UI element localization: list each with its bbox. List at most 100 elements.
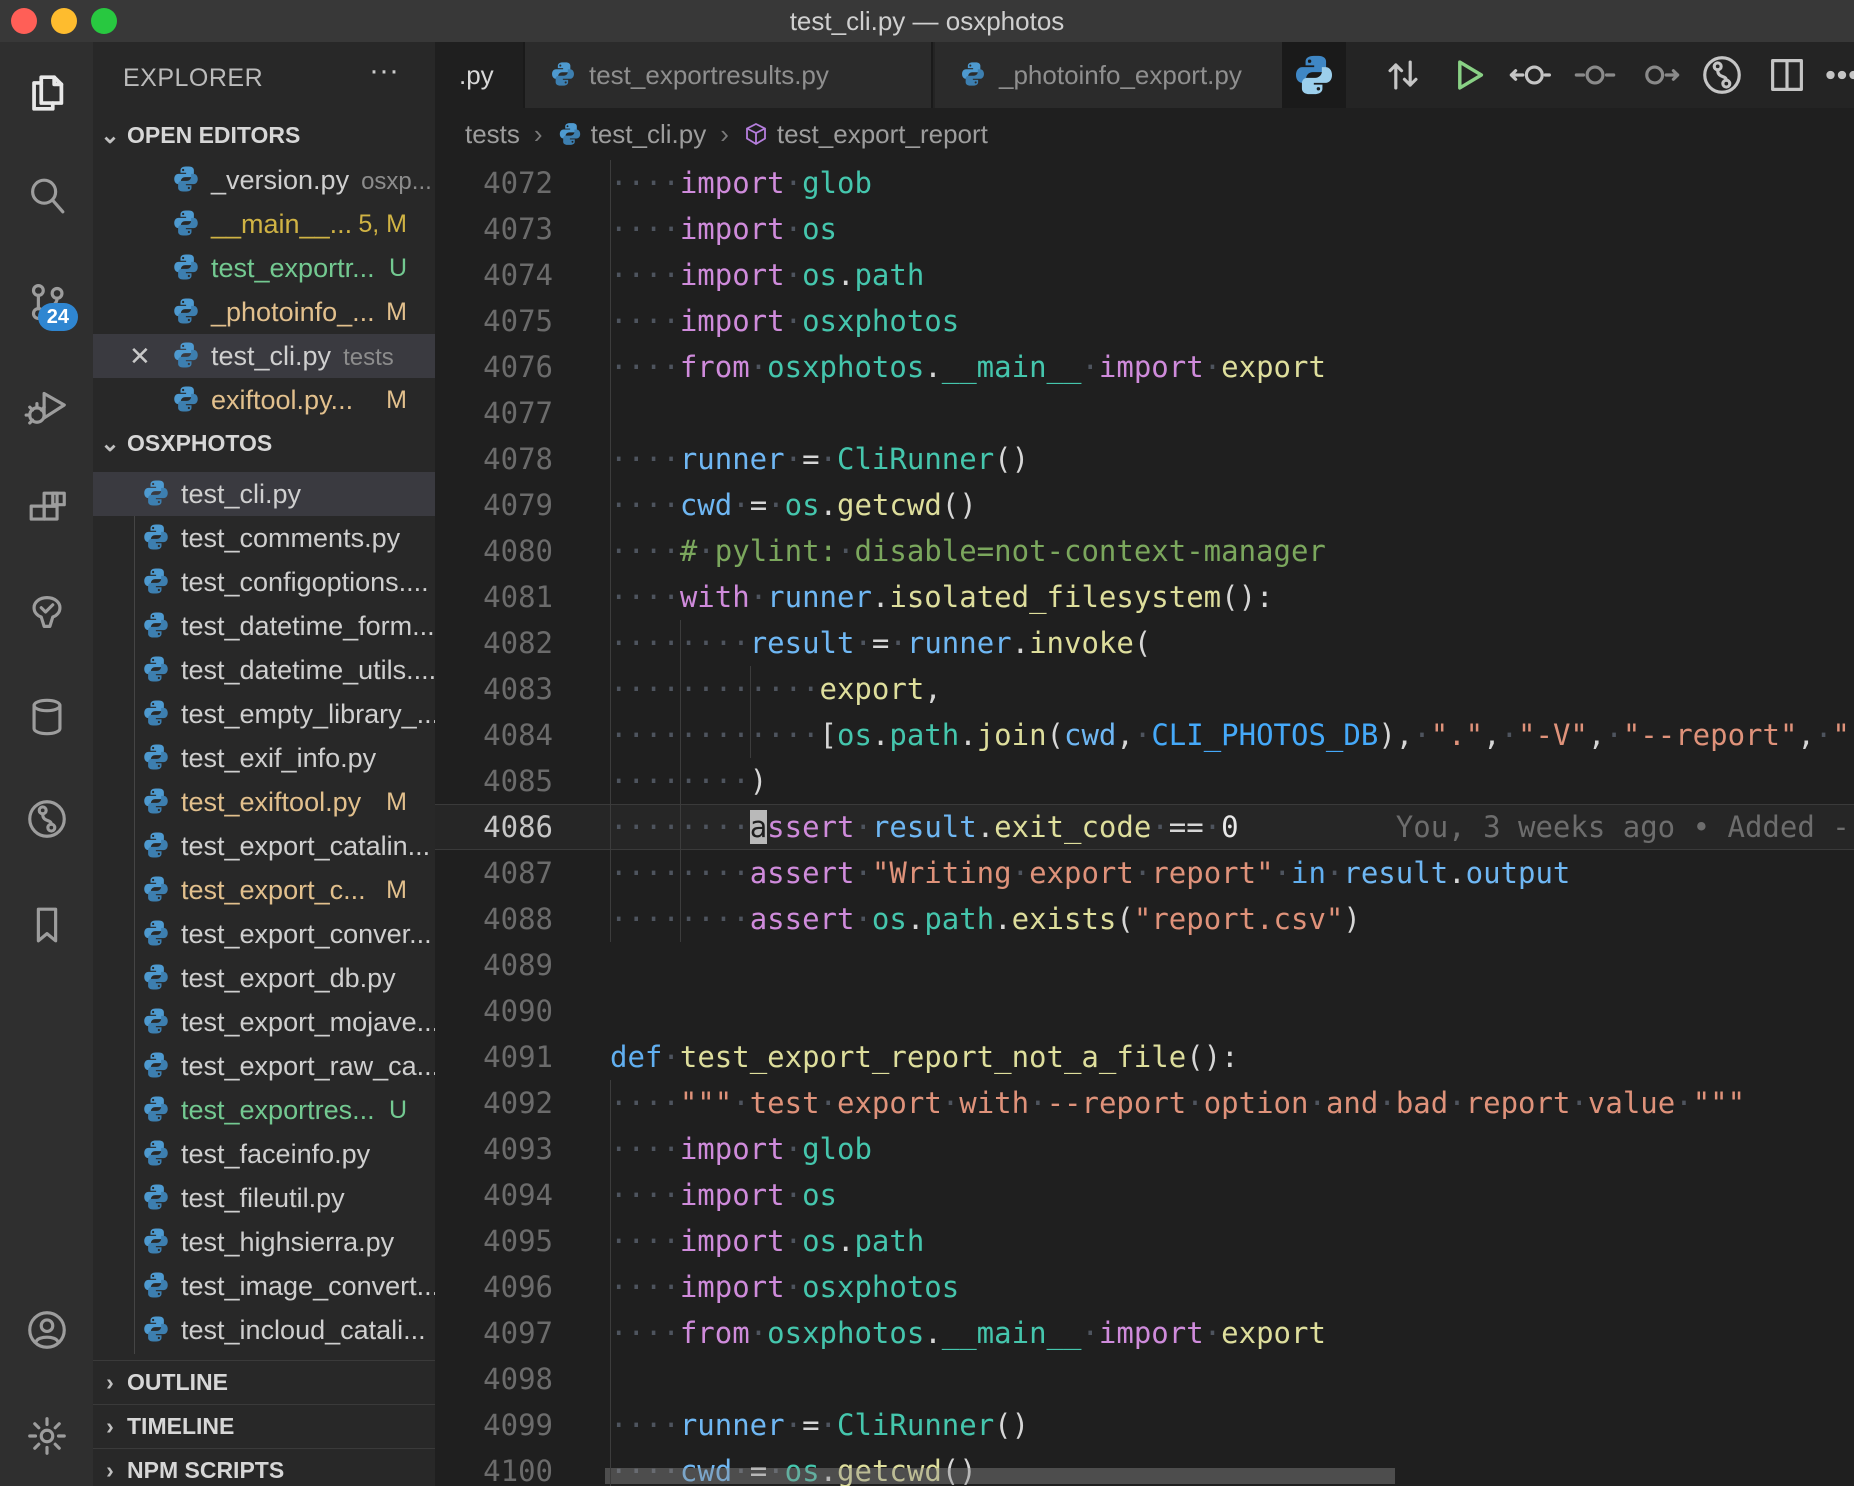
python-file-icon [141,785,171,815]
code-line[interactable]: 4089 [435,942,1854,988]
file-tree-item[interactable]: test_export_conver... [93,912,435,956]
open-editors-section-header[interactable]: ⌄OPEN EDITORS [93,114,435,156]
python-file-icon [171,163,201,193]
settings-icon[interactable] [24,1413,70,1459]
python-file-icon [141,873,171,903]
code-line[interactable]: 4090 [435,988,1854,1034]
file-tree-item[interactable]: test_datetime_utils.... [93,648,435,692]
code-line[interactable]: 4081····with·runner.isolated_filesystem(… [435,574,1854,620]
code-line[interactable]: 4097····from·osxphotos.__main__·import·e… [435,1310,1854,1356]
database-icon[interactable] [24,694,70,740]
code-line[interactable]: 4085········) [435,758,1854,804]
line-number: 4091 [435,1034,553,1080]
account-icon[interactable] [24,1307,70,1353]
file-tree-item[interactable]: test_empty_library_... [93,692,435,736]
code-line[interactable]: 4092····"""·test·export·with·--report·op… [435,1080,1854,1126]
testing-icon[interactable] [24,589,70,635]
file-tree-item[interactable]: test_export_catalin... [93,824,435,868]
code-line[interactable]: 4077 [435,390,1854,436]
window-title: test_cli.py — osxphotos [0,0,1854,42]
code-line[interactable]: 4072····import·glob [435,160,1854,206]
breadcrumb-file[interactable]: test_cli.py [591,119,707,149]
code-line[interactable]: 4079····cwd·=·os.getcwd() [435,482,1854,528]
file-tree-item[interactable]: test_fileutil.py [93,1176,435,1220]
split-editor-icon[interactable] [1764,52,1810,98]
editor-tab[interactable]: test_exportresults.py [525,42,933,108]
file-tree-item[interactable]: test_incloud_catali... [93,1308,435,1352]
file-tree-item[interactable]: test_exportres...U [93,1088,435,1132]
nav-back-icon[interactable] [1507,52,1553,98]
open-editor-item[interactable]: _photoinfo_...M [93,290,435,334]
code-line[interactable]: 4099····runner·=·CliRunner() [435,1402,1854,1448]
git-status-badge: M [386,868,407,912]
file-tree-item[interactable]: test_highsierra.py [93,1220,435,1264]
activity-bar: 24 [0,42,93,1486]
file-tree-item[interactable]: test_faceinfo.py [93,1132,435,1176]
extensions-icon[interactable] [24,486,70,532]
code-line[interactable]: 4082········result·=·runner.invoke( [435,620,1854,666]
sidebar-section-outline[interactable]: ›OUTLINE [93,1360,435,1403]
line-number: 4077 [435,390,553,436]
nav-forward-icon[interactable] [1636,52,1682,98]
folder-section-header[interactable]: ⌄OSXPHOTOS [93,422,435,464]
editor-tab[interactable]: .py [435,42,525,108]
file-tree-item[interactable]: test_exiftool.pyM [93,780,435,824]
file-tree-item[interactable]: test_export_c...M [93,868,435,912]
sidebar-section-npm-scripts[interactable]: ›NPM SCRIPTS [93,1448,435,1486]
code-line[interactable]: 4086········assert·result.exit_code·==·0… [435,804,1854,850]
open-editor-item[interactable]: _version.pyosxp... [93,158,435,202]
breadcrumb-folder[interactable]: tests [465,119,520,149]
code-line[interactable]: 4073····import·os [435,206,1854,252]
code-line[interactable]: 4075····import·osxphotos [435,298,1854,344]
run-icon[interactable] [1444,52,1490,98]
editor-tab[interactable]: _photoinfo_export.py [935,42,1285,108]
code-line[interactable]: 4094····import·os [435,1172,1854,1218]
file-tree-item[interactable]: test_image_convert... [93,1264,435,1308]
open-editor-item[interactable]: ✕test_cli.pytests [93,334,435,378]
python-logo-icon[interactable] [1291,52,1337,98]
more-actions-icon[interactable] [1819,52,1854,98]
sidebar-section-timeline[interactable]: ›TIMELINE [93,1404,435,1447]
code-line[interactable]: 4095····import·os.path [435,1218,1854,1264]
file-tree-item[interactable]: test_export_raw_ca... [93,1044,435,1088]
run-debug-icon[interactable] [24,382,70,428]
python-file-icon [549,46,577,74]
code-line[interactable]: 4098 [435,1356,1854,1402]
horizontal-scrollbar[interactable] [605,1468,1395,1484]
explorer-icon[interactable] [24,70,70,116]
code-line[interactable]: 4074····import·os.path [435,252,1854,298]
code-line[interactable]: 4096····import·osxphotos [435,1264,1854,1310]
code-line[interactable]: 4080····#·pylint:·disable=not-context-ma… [435,528,1854,574]
close-editor-icon[interactable]: ✕ [129,334,151,378]
search-icon[interactable] [24,173,70,219]
file-tree-item[interactable]: test_configoptions.... [93,560,435,604]
nav-dot-icon[interactable] [1572,52,1618,98]
source-control-icon[interactable]: 24 [24,279,70,325]
code-line[interactable]: 4087········assert·"Writing·export·repor… [435,850,1854,896]
bookmarks-icon[interactable] [24,902,70,948]
open-editor-item[interactable]: exiftool.py...M [93,378,435,422]
file-tree-item[interactable]: test_cli.py [93,472,435,516]
line-number: 4083 [435,666,553,712]
gitlens-icon[interactable] [1699,52,1745,98]
code-line[interactable]: 4084············[os.path.join(cwd,·CLI_P… [435,712,1854,758]
gitlens-icon[interactable] [24,796,70,842]
code-line[interactable]: 4093····import·glob [435,1126,1854,1172]
code-line[interactable]: 4076····from·osxphotos.__main__·import·e… [435,344,1854,390]
file-tree-item[interactable]: test_exif_info.py [93,736,435,780]
code-line[interactable]: 4088········assert·os.path.exists("repor… [435,896,1854,942]
open-editor-item[interactable]: test_exportr...U [93,246,435,290]
file-tree-item[interactable]: test_datetime_form... [93,604,435,648]
code-editor[interactable]: 4072····import·glob4073····import·os4074… [435,160,1854,1486]
breadcrumb-symbol[interactable]: test_export_report [777,119,988,149]
file-tree-item[interactable]: test_comments.py [93,516,435,560]
file-tree-item[interactable]: test_export_db.py [93,956,435,1000]
open-editor-item[interactable]: __main__...5, M [93,202,435,246]
breadcrumb[interactable]: tests›test_cli.py›test_export_report [435,108,1854,160]
file-tree-item[interactable]: test_export_mojave... [93,1000,435,1044]
compare-changes-icon[interactable] [1380,52,1426,98]
code-line[interactable]: 4083············export, [435,666,1854,712]
explorer-more-actions-icon[interactable]: ··· [369,54,399,88]
code-line[interactable]: 4091def·test_export_report_not_a_file(): [435,1034,1854,1080]
code-line[interactable]: 4078····runner·=·CliRunner() [435,436,1854,482]
